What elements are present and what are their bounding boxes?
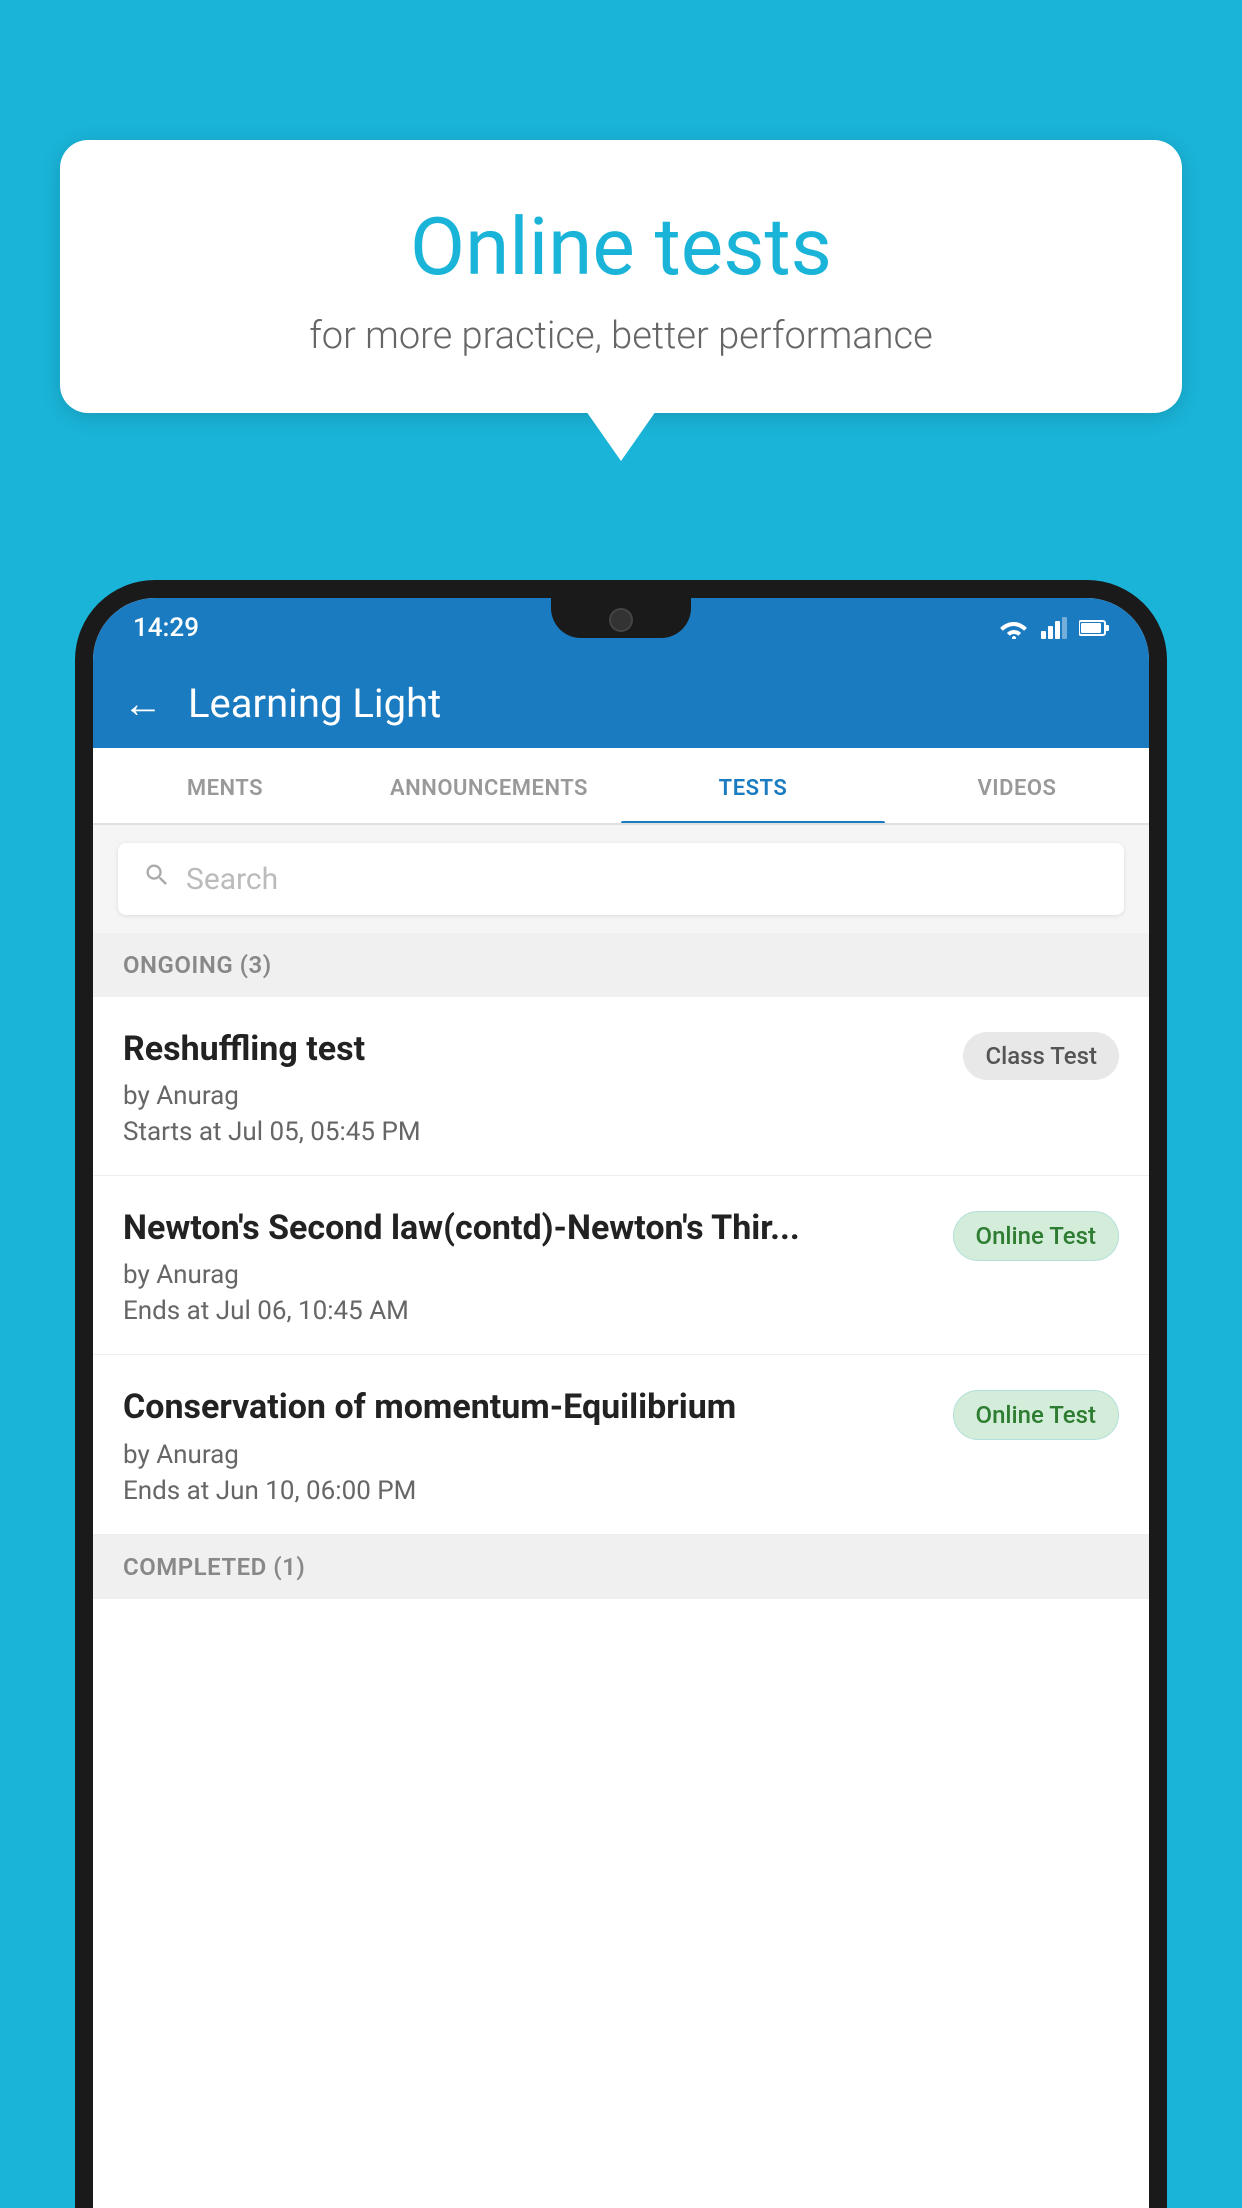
test-name-3: Conservation of momentum-Equilibrium <box>123 1385 933 1429</box>
test-time-2: Ends at Jul 06, 10:45 AM <box>123 1296 933 1326</box>
test-badge-2: Online Test <box>953 1211 1119 1261</box>
test-item-newtons[interactable]: Newton's Second law(contd)-Newton's Thir… <box>93 1176 1149 1355</box>
phone-screen: 14:29 <box>93 598 1149 2208</box>
test-badge-3: Online Test <box>953 1390 1119 1440</box>
back-button[interactable]: ← <box>123 680 163 727</box>
test-badge-1: Class Test <box>963 1032 1119 1080</box>
test-author-1: by Anurag <box>123 1081 943 1111</box>
test-item-reshuffling[interactable]: Reshuffling test by Anurag Starts at Jul… <box>93 997 1149 1176</box>
app-bar-title: Learning Light <box>188 680 441 727</box>
test-item-conservation[interactable]: Conservation of momentum-Equilibrium by … <box>93 1355 1149 1534</box>
tab-ments[interactable]: MENTS <box>93 748 357 823</box>
test-name-2: Newton's Second law(contd)-Newton's Thir… <box>123 1206 933 1250</box>
search-container: Search <box>93 825 1149 933</box>
status-icons <box>999 617 1109 639</box>
ongoing-section-header: ONGOING (3) <box>93 933 1149 997</box>
speech-bubble: Online tests for more practice, better p… <box>60 140 1182 413</box>
test-item-left-2: Newton's Second law(contd)-Newton's Thir… <box>123 1206 953 1326</box>
test-author-2: by Anurag <box>123 1260 933 1290</box>
camera <box>609 608 633 632</box>
completed-label: COMPLETED (1) <box>123 1553 305 1581</box>
search-icon <box>143 861 171 897</box>
tabs-container: MENTS ANNOUNCEMENTS TESTS VIDEOS <box>93 748 1149 825</box>
battery-icon <box>1079 619 1109 637</box>
signal-icon <box>1041 617 1067 639</box>
tab-announcements[interactable]: ANNOUNCEMENTS <box>357 748 621 823</box>
speech-bubble-title: Online tests <box>130 200 1112 294</box>
tab-videos[interactable]: VIDEOS <box>885 748 1149 823</box>
app-bar: ← Learning Light <box>93 658 1149 748</box>
ongoing-label: ONGOING (3) <box>123 951 272 979</box>
search-bar[interactable]: Search <box>118 843 1124 915</box>
speech-bubble-container: Online tests for more practice, better p… <box>60 140 1182 461</box>
completed-section-header: COMPLETED (1) <box>93 1535 1149 1599</box>
tab-tests[interactable]: TESTS <box>621 748 885 823</box>
test-time-3: Ends at Jun 10, 06:00 PM <box>123 1476 933 1506</box>
test-author-3: by Anurag <box>123 1440 933 1470</box>
speech-bubble-tail <box>586 411 656 461</box>
phone-frame: 14:29 <box>75 580 1167 2208</box>
test-name-1: Reshuffling test <box>123 1027 943 1071</box>
status-time: 14:29 <box>133 613 199 643</box>
test-time-1: Starts at Jul 05, 05:45 PM <box>123 1117 943 1147</box>
search-placeholder: Search <box>186 862 278 897</box>
wifi-icon <box>999 617 1029 639</box>
test-item-left-3: Conservation of momentum-Equilibrium by … <box>123 1385 953 1505</box>
speech-bubble-subtitle: for more practice, better performance <box>130 314 1112 358</box>
phone-notch <box>551 598 691 638</box>
test-item-left-1: Reshuffling test by Anurag Starts at Jul… <box>123 1027 963 1147</box>
